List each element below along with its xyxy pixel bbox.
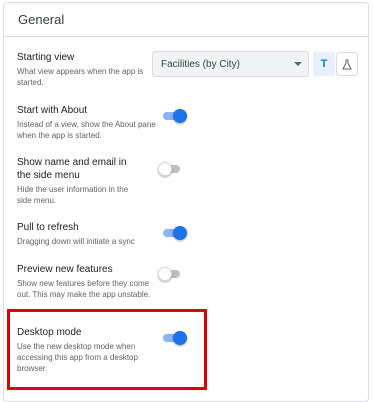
text-format-button[interactable]: T: [313, 52, 335, 76]
setting-preview-new-features: Preview new features Show new features b…: [17, 263, 157, 300]
setting-title: Preview new features: [17, 264, 113, 275]
toggle-thumb: [173, 226, 187, 240]
show-name-email-toggle[interactable]: [158, 162, 184, 176]
setting-pull-to-refresh: Pull to refresh Dragging down will initi…: [17, 221, 157, 247]
pull-to-refresh-toggle[interactable]: [161, 226, 187, 240]
starting-view-selected: Facilities (by City): [161, 58, 240, 70]
panel-title: General: [4, 3, 368, 37]
setting-description: Show new features before they come out. …: [17, 279, 151, 299]
setting-title: Pull to refresh: [17, 222, 79, 233]
setting-description: Instead of a view, show the About pane w…: [17, 120, 156, 140]
preview-new-features-toggle[interactable]: [158, 267, 184, 281]
chevron-down-icon: [294, 62, 302, 66]
flask-icon: [342, 59, 352, 69]
start-with-about-toggle[interactable]: [161, 109, 187, 123]
setting-title: Starting view: [17, 52, 75, 63]
starting-view-select[interactable]: Facilities (by City): [152, 51, 309, 77]
setting-show-name-email: Show name and email in the side menu Hid…: [17, 156, 137, 206]
toggle-thumb: [158, 267, 172, 281]
desktop-mode-highlight: [7, 309, 207, 390]
setting-start-with-about: Start with About Instead of a view, show…: [17, 104, 157, 141]
setting-starting-view: Starting view What view appears when the…: [17, 51, 157, 88]
toggle-thumb: [158, 162, 172, 176]
text-format-icon: T: [320, 58, 328, 70]
setting-description: Hide the user information in the side me…: [17, 185, 129, 205]
toggle-thumb: [173, 109, 187, 123]
setting-title: Show name and email in the side menu: [17, 157, 127, 181]
setting-description: What view appears when the app is starte…: [17, 67, 144, 87]
setting-description: Dragging down will initiate a sync: [17, 237, 135, 246]
flask-button[interactable]: [336, 52, 358, 76]
setting-title: Start with About: [17, 105, 88, 116]
